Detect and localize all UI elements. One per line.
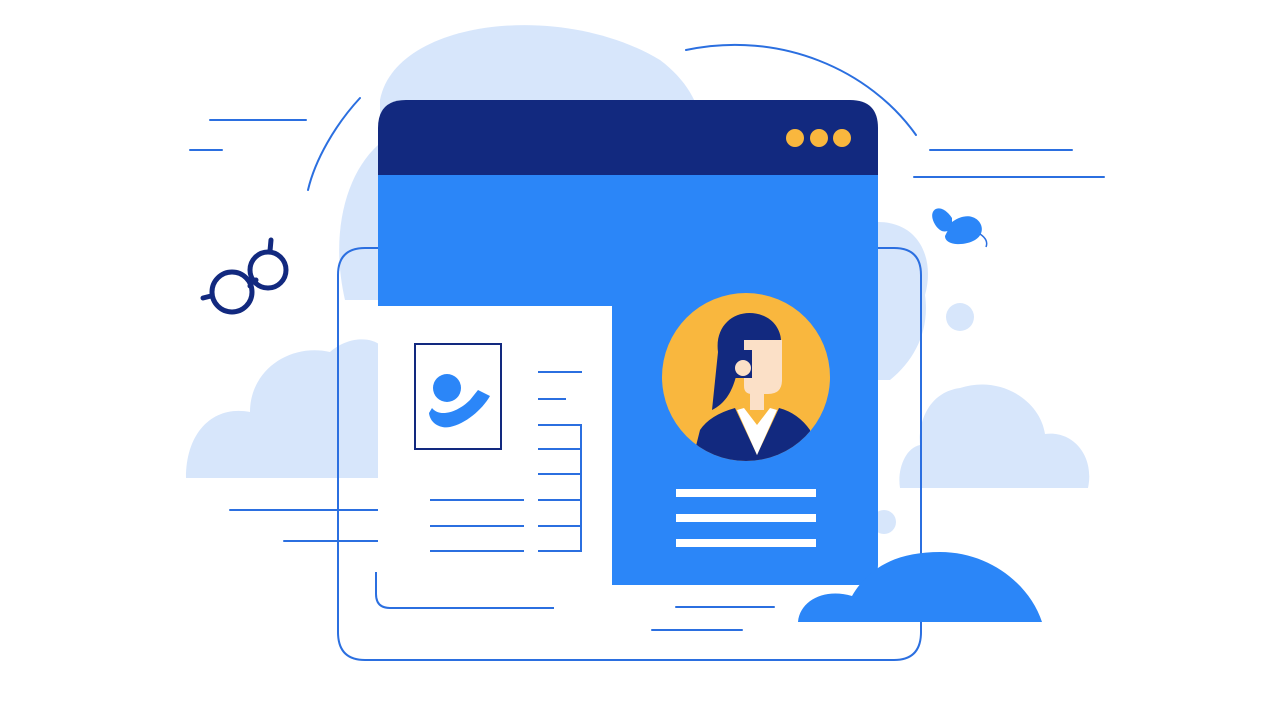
glasses-icon xyxy=(200,237,289,315)
photo-icon xyxy=(414,343,502,450)
dots-icon[interactable] xyxy=(786,129,851,147)
butterfly-icon xyxy=(932,208,988,248)
illustration-canvas xyxy=(0,0,1280,720)
document-card xyxy=(378,306,612,586)
illustration-svg xyxy=(186,25,1105,661)
